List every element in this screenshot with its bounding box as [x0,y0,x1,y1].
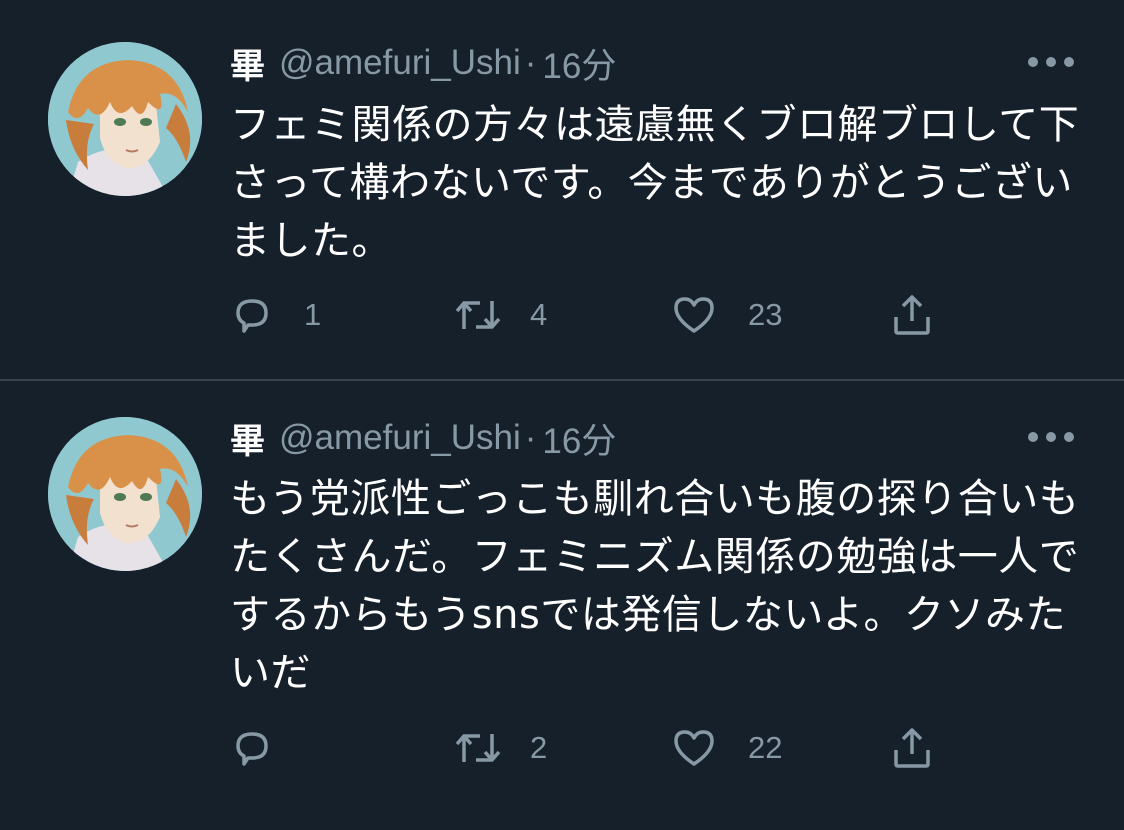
tweet-actions: 2 22 [230,723,990,773]
retweet-icon [452,726,504,770]
retweet-button[interactable]: 4 [452,290,547,340]
reply-icon [230,293,274,337]
like-button[interactable]: 23 [670,290,782,340]
tweet-text: もう党派性ごっこも馴れ合いも腹の探り合いもたくさんだ。フェミニズム関係の勉強は一… [230,476,1080,696]
reply-button[interactable]: 1 [230,290,321,340]
reply-count: 1 [304,297,322,332]
heart-icon [670,726,718,770]
separator-dot: · [524,418,537,457]
like-count: 23 [748,297,783,332]
tweet[interactable]: 畢 @amefuri_Ushi · 16分 フェミ関係の方々は遠慮無くブロ解ブロ… [0,0,1124,380]
retweet-icon [452,293,504,337]
display-name[interactable]: 畢 [230,413,265,464]
timestamp[interactable]: 16分 [542,38,616,89]
avatar[interactable] [48,417,202,571]
more-dot [1064,432,1074,442]
retweet-count: 2 [530,730,548,765]
more-dot [1064,57,1074,67]
display-name[interactable]: 畢 [230,38,265,89]
like-count: 22 [748,730,783,765]
timestamp[interactable]: 16分 [542,413,616,464]
tweet[interactable]: 畢 @amefuri_Ushi · 16分 もう党派性ごっこも馴れ合いも腹の探り… [0,381,1124,830]
more-options-icon[interactable] [1028,54,1074,70]
retweet-count: 4 [530,297,548,332]
share-button[interactable] [888,723,936,773]
share-icon [888,291,936,339]
avatar[interactable] [48,42,202,196]
more-options-icon[interactable] [1028,429,1074,445]
tweet-header: 畢 @amefuri_Ushi · 16分 [230,413,616,463]
separator-dot: · [524,43,537,82]
reply-icon [230,726,274,770]
reply-button[interactable] [230,723,304,773]
more-dot [1046,432,1056,442]
more-dot [1046,57,1056,67]
tweet-actions: 1 4 23 [230,290,990,340]
more-dot [1028,57,1038,67]
like-button[interactable]: 22 [670,723,782,773]
tweet-header: 畢 @amefuri_Ushi · 16分 [230,38,616,88]
user-handle[interactable]: @amefuri_Ushi [279,43,521,83]
heart-icon [670,293,718,337]
more-dot [1028,432,1038,442]
share-icon [888,724,936,772]
user-handle[interactable]: @amefuri_Ushi [279,418,521,458]
tweet-text: フェミ関係の方々は遠慮無くブロ解ブロして下さって構わないです。今までありがとうご… [230,102,1080,264]
retweet-button[interactable]: 2 [452,723,547,773]
share-button[interactable] [888,290,936,340]
